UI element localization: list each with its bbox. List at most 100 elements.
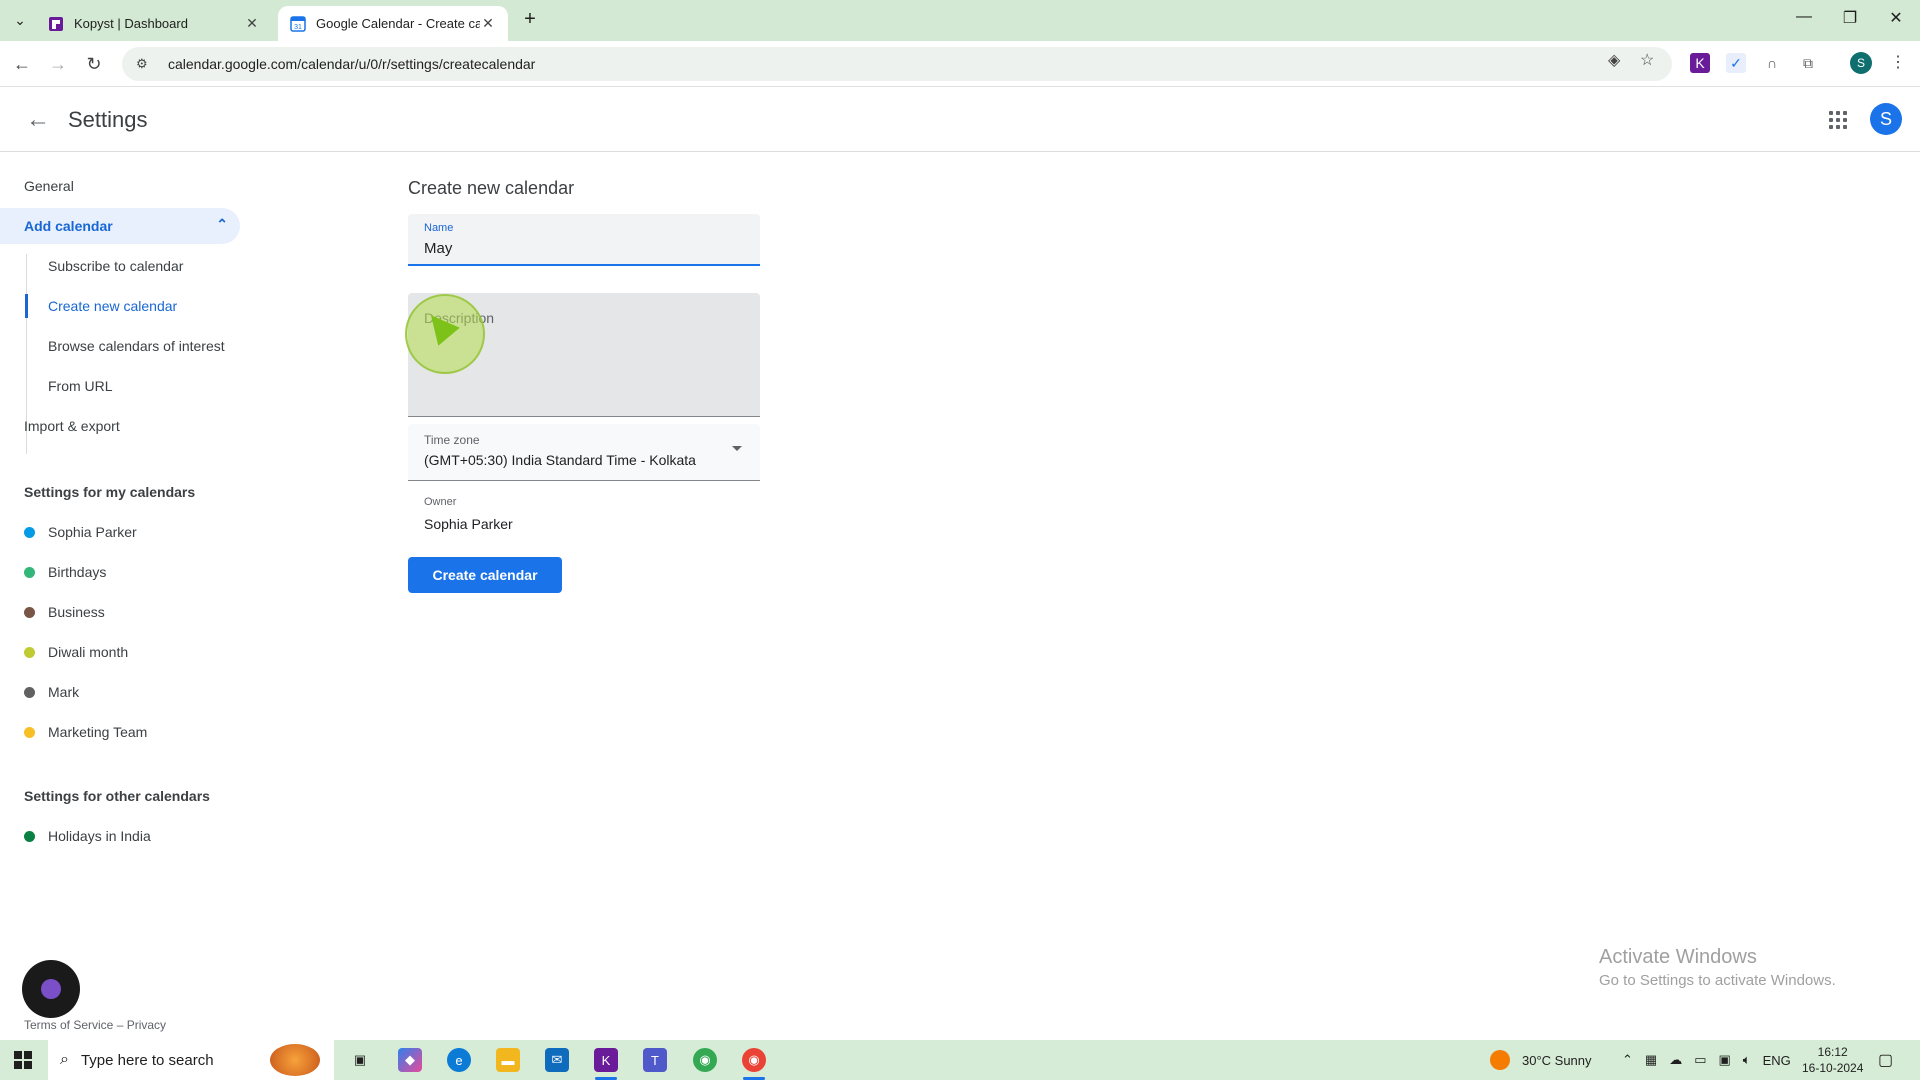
minimize-icon[interactable]: — [1792, 8, 1816, 26]
language-indicator[interactable]: ENG [1763, 1053, 1791, 1068]
copilot-icon[interactable]: ◆ [398, 1048, 422, 1072]
network-icon[interactable]: ▣ [1719, 1052, 1731, 1068]
google-calendar-favicon-icon: 31 [290, 15, 306, 32]
browser-menu-icon[interactable]: ⋮ [1890, 52, 1906, 72]
sidebar-item-add-calendar[interactable]: Add calendar ⌃ [0, 208, 240, 244]
calendar-name: Business [48, 604, 105, 620]
tray-chevron-icon[interactable]: ⌃ [1622, 1052, 1633, 1068]
weather-text: 30°C Sunny [1522, 1052, 1592, 1068]
meet-now-icon[interactable]: ▭ [1694, 1052, 1706, 1068]
browser-toolbar: ← → ↻ ⚙ calendar.google.com/calendar/u/0… [0, 41, 1920, 87]
kopyst-taskbar-icon[interactable]: K [594, 1048, 618, 1072]
new-tab-icon[interactable]: + [518, 8, 542, 31]
weather-widget[interactable]: 30°C Sunny [1490, 1040, 1592, 1080]
calendar-name: Marketing Team [48, 724, 148, 740]
terms-link[interactable]: Terms of Service [24, 1018, 113, 1032]
my-calendars-heading: Settings for my calendars [24, 484, 196, 500]
sidebar-item-import-export[interactable]: Import & export [24, 408, 120, 444]
sidebar-item-from-url[interactable]: From URL [48, 368, 113, 404]
name-field[interactable]: Name May [408, 214, 760, 266]
notification-icon[interactable]: ▢ [1878, 1040, 1893, 1080]
file-explorer-icon[interactable]: ▬ [496, 1048, 520, 1072]
browser-tab-strip: ⌄ Kopyst | Dashboard ✕ 31 Google Calenda… [0, 0, 1920, 41]
google-apps-icon[interactable] [1826, 108, 1850, 132]
reload-icon[interactable]: ↻ [81, 51, 107, 77]
sidebar-item-create-new-calendar[interactable]: Create new calendar [48, 288, 177, 324]
taskbar-search-box[interactable]: ⌕ Type here to search [48, 1040, 334, 1080]
windows-start-icon[interactable] [14, 1051, 32, 1069]
kopyst-extension-icon[interactable]: K [1690, 53, 1710, 73]
account-avatar[interactable]: S [1870, 103, 1902, 135]
kopyst-favicon-icon [49, 16, 63, 31]
teams-tray-icon[interactable]: ▦ [1645, 1052, 1657, 1068]
timezone-label: Time zone [424, 433, 480, 447]
assistant-bubble-icon[interactable] [22, 960, 80, 1018]
back-arrow-icon[interactable]: ← [22, 104, 54, 136]
sidebar-calendar-holidays-in-india[interactable]: Holidays in India [24, 828, 151, 844]
forward-icon[interactable]: → [45, 51, 71, 77]
calendar-color-dot [24, 726, 35, 738]
volume-icon[interactable]: 🔈︎ [1743, 1052, 1751, 1068]
sun-icon [1490, 1050, 1510, 1070]
sidebar-calendar-mark[interactable]: Mark [24, 684, 79, 700]
calendar-color-dot [24, 686, 35, 698]
edge-icon[interactable]: e [447, 1048, 471, 1072]
sidebar-calendar-business[interactable]: Business [24, 604, 105, 620]
browser-profile-avatar[interactable]: S [1850, 52, 1872, 74]
tab-title: Kopyst | Dashboard [74, 16, 188, 31]
chrome-profile-s-icon[interactable]: ◉ [742, 1048, 766, 1072]
clock-date: 16-10-2024 [1802, 1061, 1864, 1075]
sidebar-calendar-diwali-month[interactable]: Diwali month [24, 644, 128, 660]
sidebar-calendar-sophia-parker[interactable]: Sophia Parker [24, 524, 137, 540]
extensions-puzzle-icon[interactable]: ⧉ [1798, 53, 1818, 73]
calendar-color-dot [24, 830, 35, 842]
close-tab-icon[interactable]: ✕ [244, 15, 260, 32]
mail-icon[interactable]: ✉ [545, 1048, 569, 1072]
onedrive-icon[interactable]: ☁ [1669, 1052, 1682, 1068]
browser-tab-google-calendar[interactable]: 31 Google Calendar - Create calen ✕ [278, 6, 508, 41]
form-title: Create new calendar [408, 178, 575, 198]
docs-extension-icon[interactable]: ✓ [1726, 53, 1746, 73]
calendar-name: Holidays in India [48, 828, 151, 844]
address-bar[interactable]: ⚙ calendar.google.com/calendar/u/0/r/set… [122, 47, 1672, 81]
calendar-name: Birthdays [48, 564, 107, 580]
name-label: Name [424, 222, 454, 234]
owner-value: Sophia Parker [424, 516, 513, 532]
windows-taskbar: ⌕ Type here to search ▣ ◆ e ▬ ✉ K T ◉ ◉ … [0, 1040, 1920, 1080]
sidebar-item-browse[interactable]: Browse calendars of interest [48, 328, 225, 364]
close-tab-icon[interactable]: ✕ [480, 15, 496, 32]
other-calendars-heading: Settings for other calendars [24, 788, 210, 804]
calendar-color-dot [24, 526, 35, 538]
timezone-select[interactable]: Time zone (GMT+05:30) India Standard Tim… [408, 424, 760, 481]
sidebar-item-subscribe[interactable]: Subscribe to calendar [48, 248, 183, 284]
chrome-profile-a-icon[interactable]: ◉ [693, 1048, 717, 1072]
settings-header: ← Settings S [0, 88, 1920, 152]
task-view-icon[interactable]: ▣ [348, 1048, 372, 1072]
privacy-link[interactable]: Privacy [127, 1018, 166, 1032]
name-input-value[interactable]: May [424, 240, 452, 257]
create-calendar-button[interactable]: Create calendar [408, 557, 562, 593]
calendar-color-dot [24, 566, 35, 578]
sidebar-calendar-birthdays[interactable]: Birthdays [24, 564, 106, 580]
clock-time: 16:12 [1817, 1045, 1848, 1059]
footer-separator: – [113, 1018, 127, 1032]
sidebar-calendar-marketing-team[interactable]: Marketing Team [24, 724, 147, 740]
close-window-icon[interactable]: ✕ [1884, 8, 1908, 28]
footer-links: Terms of Service – Privacy [24, 1018, 166, 1032]
calendar-name: Diwali month [48, 644, 129, 660]
taskbar-clock[interactable]: 16:12 16-10-2024 [1802, 1044, 1863, 1076]
system-tray: ⌃ ▦ ☁ ▭ ▣ 🔈︎ ENG [1622, 1040, 1791, 1080]
arc-extension-icon[interactable]: ∩ [1762, 53, 1782, 73]
festival-search-highlight-icon [270, 1044, 320, 1076]
page-title: Settings [68, 107, 148, 132]
bookmark-star-icon[interactable]: ☆ [1640, 50, 1654, 70]
tab-search-chevron-icon[interactable]: ⌄ [8, 8, 32, 32]
eye-icon[interactable]: ◈ [1608, 50, 1620, 70]
back-icon[interactable]: ← [9, 51, 35, 77]
browser-tab-kopyst[interactable]: Kopyst | Dashboard ✕ [36, 6, 272, 41]
teams-icon[interactable]: T [643, 1048, 667, 1072]
sidebar-item-general[interactable]: General [24, 168, 74, 204]
sidebar-item-label: Add calendar [24, 218, 113, 234]
restore-icon[interactable]: ❐ [1838, 8, 1862, 28]
site-info-icon[interactable]: ⚙ [136, 56, 154, 72]
